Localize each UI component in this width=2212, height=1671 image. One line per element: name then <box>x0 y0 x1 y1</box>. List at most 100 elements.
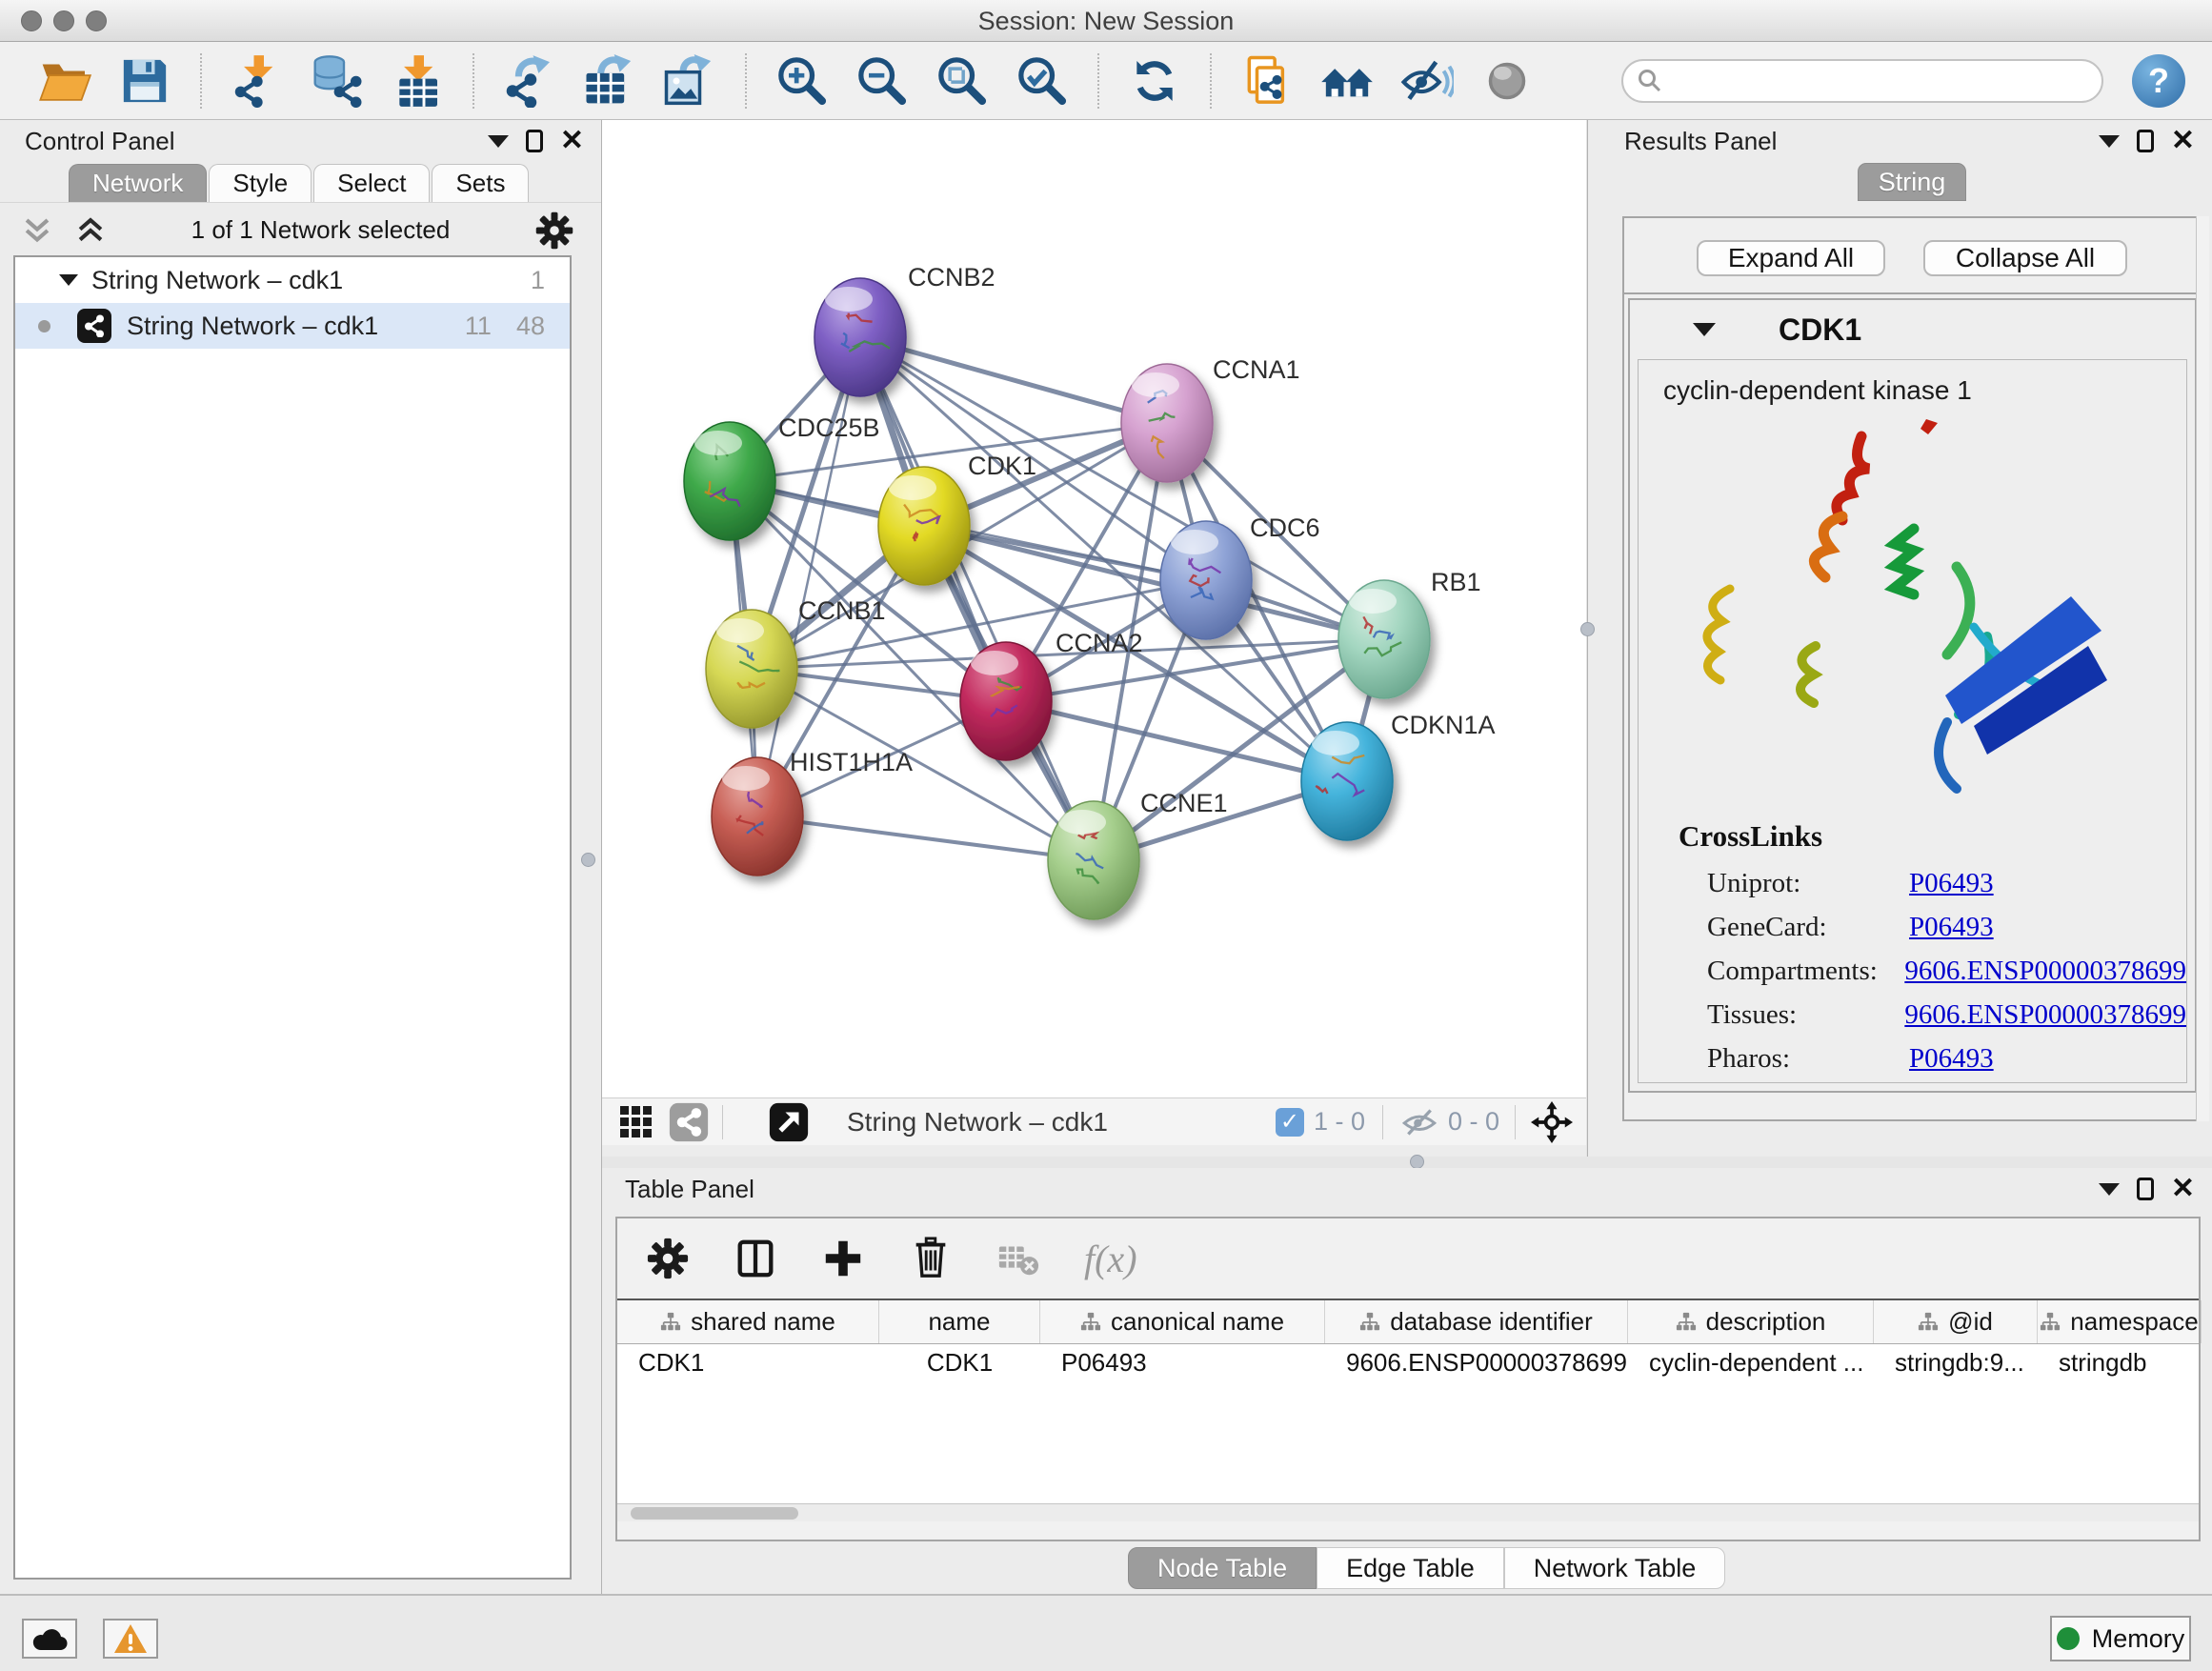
panel-menu-button[interactable] <box>488 135 509 148</box>
zoom-in-button[interactable] <box>771 50 834 112</box>
tab-edge-table[interactable]: Edge Table <box>1317 1547 1504 1589</box>
warnings-button[interactable] <box>103 1619 158 1659</box>
table-row[interactable]: CDK1CDK1P064939606.ENSP00000378699cyclin… <box>617 1344 2199 1382</box>
column-header-database-identifier[interactable]: database identifier <box>1325 1300 1628 1343</box>
zoom-selected-button[interactable] <box>1011 50 1074 112</box>
panel-menu-button[interactable] <box>2099 1183 2120 1196</box>
expand-all-networks-button[interactable] <box>74 216 107 245</box>
table-horizontal-scrollbar[interactable] <box>617 1503 2199 1521</box>
import-network-from-file-button[interactable] <box>226 50 289 112</box>
splitter-handle[interactable] <box>1410 1155 1424 1169</box>
column-header-canonical-name[interactable]: canonical name <box>1040 1300 1325 1343</box>
tab-network-table[interactable]: Network Table <box>1504 1547 1726 1589</box>
import-table-from-file-button[interactable] <box>386 50 449 112</box>
panel-float-button[interactable] <box>2137 130 2154 152</box>
export-image-button[interactable] <box>658 50 721 112</box>
network-options-button[interactable] <box>534 211 574 251</box>
toolbar-separator <box>200 53 202 109</box>
network-node-CDC6[interactable]: CDC6 <box>1160 513 1320 639</box>
crosslink-link[interactable]: 9606.ENSP00000378699 <box>1904 956 2186 987</box>
panel-menu-button[interactable] <box>2099 135 2120 148</box>
save-session-button[interactable] <box>113 50 176 112</box>
edge-HIST1H1A-CCNE1[interactable] <box>757 816 1094 860</box>
tab-network[interactable]: Network <box>69 164 207 202</box>
edge-CCNA2-CDKN1A[interactable] <box>1006 701 1347 781</box>
tab-style[interactable]: Style <box>209 164 312 202</box>
edge-CCNB2-HIST1H1A[interactable] <box>757 337 860 816</box>
splitter-handle[interactable] <box>1580 622 1595 636</box>
entry-collapse-icon[interactable] <box>1693 323 1716 336</box>
open-session-button[interactable] <box>33 50 96 112</box>
results-scrollbar[interactable] <box>2196 216 2209 1121</box>
birds-eye-view-button[interactable] <box>769 1102 809 1142</box>
delete-table-button-disabled <box>996 1237 1040 1280</box>
export-table-button[interactable] <box>578 50 641 112</box>
network-collection-row[interactable]: String Network – cdk1 1 <box>15 257 570 303</box>
pan-crosshair-button[interactable] <box>1531 1101 1573 1143</box>
splitter-handle[interactable] <box>581 853 595 867</box>
network-node-CDK1[interactable]: CDK1 <box>878 452 1036 585</box>
zoom-out-button[interactable] <box>851 50 914 112</box>
crosslink-link[interactable]: P06493 <box>1909 1043 1994 1075</box>
collection-label: String Network – cdk1 <box>91 266 531 295</box>
new-network-from-selection-button[interactable] <box>1236 50 1298 112</box>
network-node-RB1[interactable]: RB1 <box>1338 568 1481 698</box>
scrollbar-thumb[interactable] <box>631 1507 798 1520</box>
tab-node-table[interactable]: Node Table <box>1128 1547 1317 1589</box>
results-panel: Results Panel ✕ String Expand All Collap… <box>1587 120 2212 1157</box>
column-header-namespace[interactable]: namespace <box>2038 1300 2202 1343</box>
search-box[interactable] <box>1621 59 2103 103</box>
panel-float-button[interactable] <box>526 130 543 152</box>
network-row[interactable]: String Network – cdk1 11 48 <box>15 303 570 349</box>
show-columns-button[interactable] <box>734 1237 777 1280</box>
first-neighbors-button[interactable] <box>1316 50 1378 112</box>
node-label-CDC25B: CDC25B <box>778 413 880 442</box>
crosslink-link[interactable]: P06493 <box>1909 912 1994 943</box>
network-node-CCNA1[interactable]: CCNA1 <box>1121 355 1300 482</box>
import-network-from-database-button[interactable] <box>306 50 369 112</box>
crosslink-link[interactable]: 9606.ENSP00000378699 <box>1904 999 2186 1031</box>
network-node-CCNB1[interactable]: CCNB1 <box>706 596 886 728</box>
column-header-name[interactable]: name <box>879 1300 1040 1343</box>
edge-CCNB2-CCNE1[interactable] <box>860 337 1094 860</box>
save-icon <box>118 54 171 108</box>
table-options-button[interactable] <box>646 1237 690 1280</box>
panel-float-button[interactable] <box>2137 1178 2154 1200</box>
collapse-all-button[interactable]: Collapse All <box>1923 240 2127 276</box>
column-header-shared-name[interactable]: shared name <box>617 1300 879 1343</box>
tab-string[interactable]: String <box>1858 163 1966 201</box>
column-header-description[interactable]: description <box>1628 1300 1874 1343</box>
column-label: @id <box>1948 1307 1993 1337</box>
tab-sets[interactable]: Sets <box>432 164 529 202</box>
network-node-HIST1H1A[interactable]: HIST1H1A <box>712 748 913 876</box>
zoom-fit-button[interactable] <box>931 50 994 112</box>
collapse-all-networks-button[interactable] <box>21 216 53 245</box>
panel-close-button[interactable]: ✕ <box>2171 1178 2195 1200</box>
search-input[interactable] <box>1663 62 2101 100</box>
memory-button[interactable]: Memory <box>2050 1616 2191 1661</box>
panel-close-button[interactable]: ✕ <box>560 130 584 152</box>
refresh-button[interactable] <box>1123 50 1186 112</box>
delete-column-button[interactable] <box>909 1237 953 1280</box>
help-button[interactable]: ? <box>2132 54 2185 108</box>
export-network-icon <box>503 54 556 108</box>
network-canvas[interactable]: CCNB2CCNA1CDC25BCDK1CDC6RB1CCNB1CCNA2CDK… <box>602 120 1586 1097</box>
network-node-CDKN1A[interactable]: CDKN1A <box>1301 711 1496 840</box>
expand-all-button[interactable]: Expand All <box>1697 240 1885 276</box>
tree-expand-icon[interactable] <box>59 274 78 286</box>
panel-close-button[interactable]: ✕ <box>2171 130 2195 152</box>
export-network-button[interactable] <box>498 50 561 112</box>
tab-select[interactable]: Select <box>313 164 430 202</box>
grid-view-button[interactable] <box>619 1105 654 1139</box>
crosslink-link[interactable]: P06493 <box>1909 868 1994 899</box>
add-column-button[interactable] <box>821 1237 865 1280</box>
horizontal-splitter[interactable] <box>602 1157 2212 1168</box>
show-all-button[interactable] <box>1476 50 1538 112</box>
hide-selected-button[interactable] <box>1396 50 1458 112</box>
close-icon: ✕ <box>2171 130 2195 152</box>
cloud-status-button[interactable] <box>22 1619 77 1659</box>
column-header--id[interactable]: @id <box>1874 1300 2038 1343</box>
network-node-CCNE1[interactable]: CCNE1 <box>1048 789 1228 919</box>
network-overview-button[interactable] <box>669 1102 709 1142</box>
selected-checkbox[interactable]: ✓ <box>1276 1108 1304 1137</box>
